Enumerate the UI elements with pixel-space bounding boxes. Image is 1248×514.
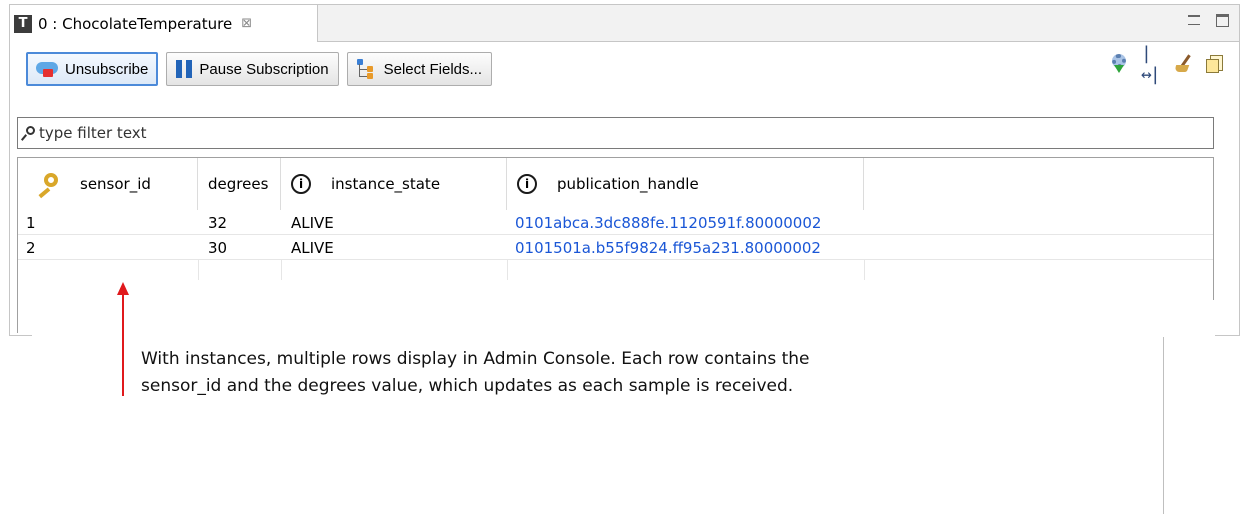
tab-close-icon[interactable]: ⊠ <box>241 16 252 31</box>
export-icon[interactable] <box>1205 54 1225 74</box>
pause-subscription-button[interactable]: Pause Subscription <box>166 52 339 86</box>
column-header-instance-state[interactable]: i instance_state <box>281 158 507 210</box>
callout-text: With instances, multiple rows display in… <box>141 349 810 396</box>
cell-instance-state: ALIVE <box>291 213 334 232</box>
info-icon: i <box>517 174 537 194</box>
table-row[interactable]: 1 32 ALIVE 0101abca.3dc888fe.1120591f.80… <box>18 210 1213 235</box>
tab-title: 0 : ChocolateTemperature <box>38 14 233 33</box>
callout-box-edge <box>1165 300 1215 340</box>
tab-chocolate-temperature[interactable]: T 0 : ChocolateTemperature ⊠ <box>10 5 318 42</box>
cell-degrees: 30 <box>208 238 228 257</box>
column-header-publication-handle[interactable]: i publication_handle <box>507 158 864 210</box>
cell-instance-state: ALIVE <box>291 238 334 257</box>
table-row[interactable]: 2 30 ALIVE 0101501a.b55f9824.ff95a231.80… <box>18 235 1213 260</box>
column-label: degrees <box>208 175 269 193</box>
window-controls <box>1188 11 1229 27</box>
toolbar: Unsubscribe Pause Subscription Select Fi… <box>26 52 492 86</box>
tab-bar: T 0 : ChocolateTemperature ⊠ <box>10 5 1239 42</box>
arrow-up-icon <box>117 282 129 295</box>
annotation-arrow <box>122 290 124 396</box>
field-tree-icon <box>356 59 377 79</box>
maximize-icon[interactable] <box>1216 14 1229 27</box>
fit-columns-icon[interactable]: |↔| <box>1141 43 1161 85</box>
column-label: sensor_id <box>80 175 151 193</box>
select-fields-button[interactable]: Select Fields... <box>346 52 492 86</box>
cell-publication-handle[interactable]: 0101501a.b55f9824.ff95a231.80000002 <box>507 235 864 260</box>
column-header-sensor-id[interactable]: sensor_id <box>18 158 198 210</box>
info-icon: i <box>291 174 311 194</box>
unsubscribe-label: Unsubscribe <box>65 60 149 78</box>
key-icon <box>36 173 58 199</box>
callout-border <box>1163 337 1164 514</box>
search-icon <box>20 125 36 141</box>
topic-type-icon: T <box>14 14 32 33</box>
cell-publication-handle[interactable]: 0101abca.3dc888fe.1120591f.80000002 <box>507 210 864 235</box>
minimize-icon[interactable] <box>1188 15 1200 25</box>
column-header-degrees[interactable]: degrees <box>198 158 281 210</box>
column-label: instance_state <box>331 175 441 193</box>
column-label: publication_handle <box>557 175 699 193</box>
cell-sensor-id: 1 <box>26 213 36 232</box>
filter-box <box>17 117 1214 149</box>
view-tools: |↔| <box>1109 43 1225 85</box>
pause-subscription-label: Pause Subscription <box>199 60 329 78</box>
refresh-gear-icon[interactable] <box>1109 54 1129 74</box>
filter-input[interactable] <box>39 124 1189 142</box>
clear-broom-icon[interactable] <box>1173 54 1193 74</box>
unsubscribe-button[interactable]: Unsubscribe <box>26 52 159 86</box>
cell-sensor-id: 2 <box>26 238 36 257</box>
table-header: sensor_id degrees i instance_state i pub… <box>18 158 1213 210</box>
select-fields-label: Select Fields... <box>383 60 482 78</box>
cell-degrees: 32 <box>208 213 228 232</box>
pause-icon <box>176 60 193 78</box>
unsubscribe-icon <box>36 60 58 78</box>
